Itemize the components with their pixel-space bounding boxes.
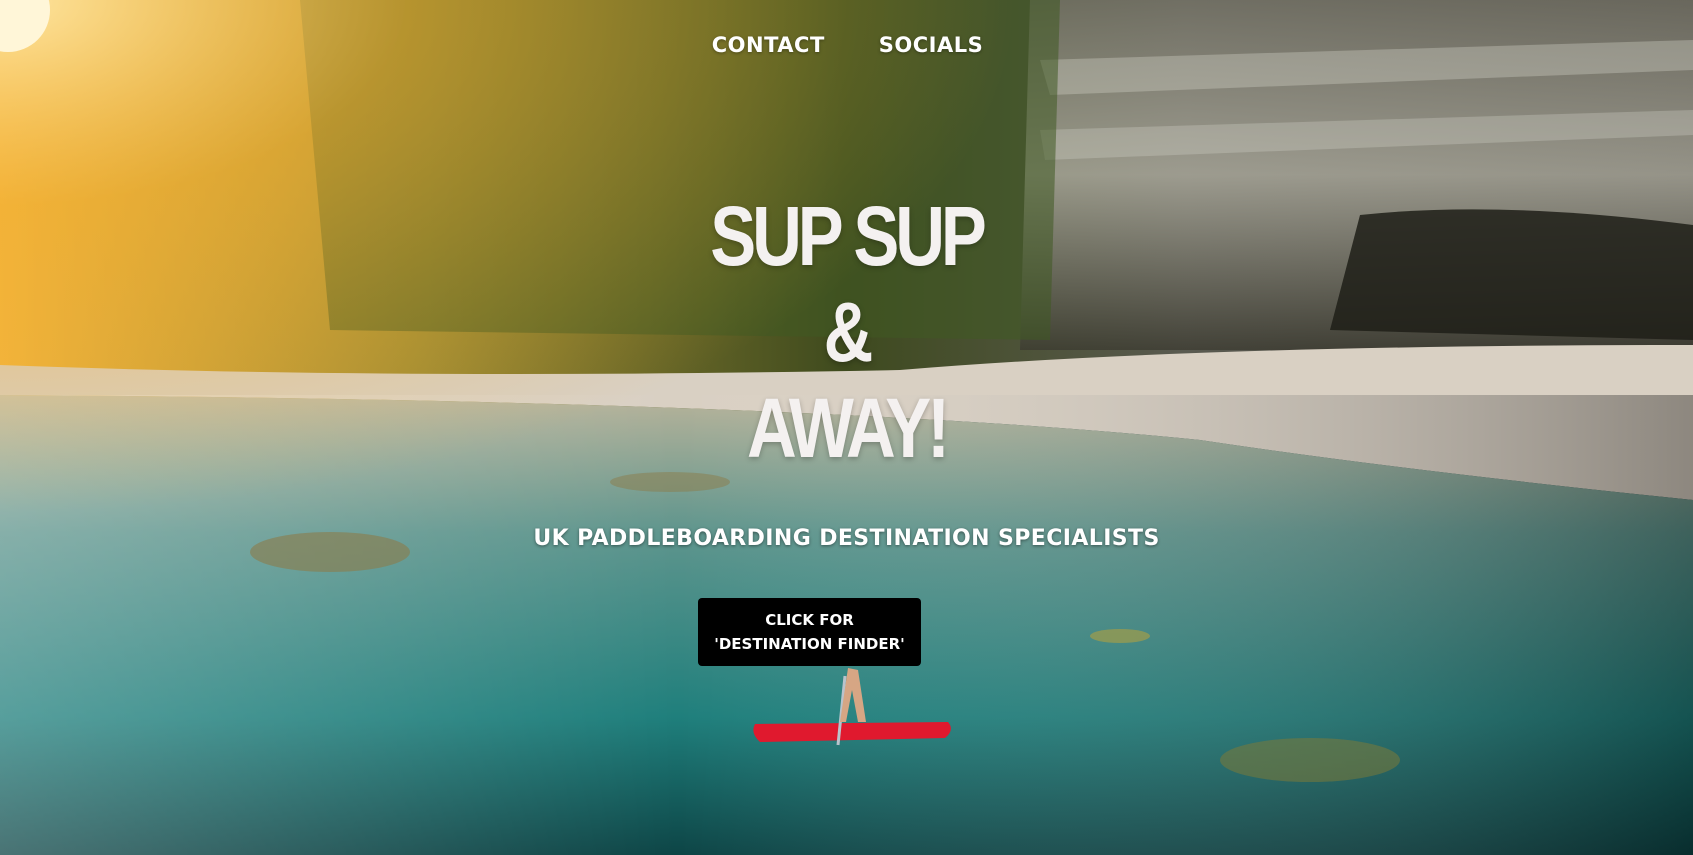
nav-socials-link[interactable]: SOCIALS xyxy=(879,33,983,57)
top-nav: CONTACT SOCIALS xyxy=(0,33,1693,57)
hero-title-line-2: & xyxy=(823,285,874,379)
nav-contact-link[interactable]: CONTACT xyxy=(712,33,825,57)
hero-section: CONTACT SOCIALS SUP SUP & AWAY! UK PADDL… xyxy=(0,0,1693,855)
hero-title-line-1: SUP SUP xyxy=(710,189,987,283)
destination-finder-button[interactable]: CLICK FOR 'DESTINATION FINDER' xyxy=(698,598,921,666)
hero-title: SUP SUP & AWAY! xyxy=(0,188,1693,476)
hero-tagline: UK PADDLEBOARDING DESTINATION SPECIALIST… xyxy=(533,526,1160,551)
cta-line-2: 'DESTINATION FINDER' xyxy=(714,635,905,653)
hero-title-line-3: AWAY! xyxy=(747,381,950,475)
cta-line-1: CLICK FOR xyxy=(765,611,854,629)
